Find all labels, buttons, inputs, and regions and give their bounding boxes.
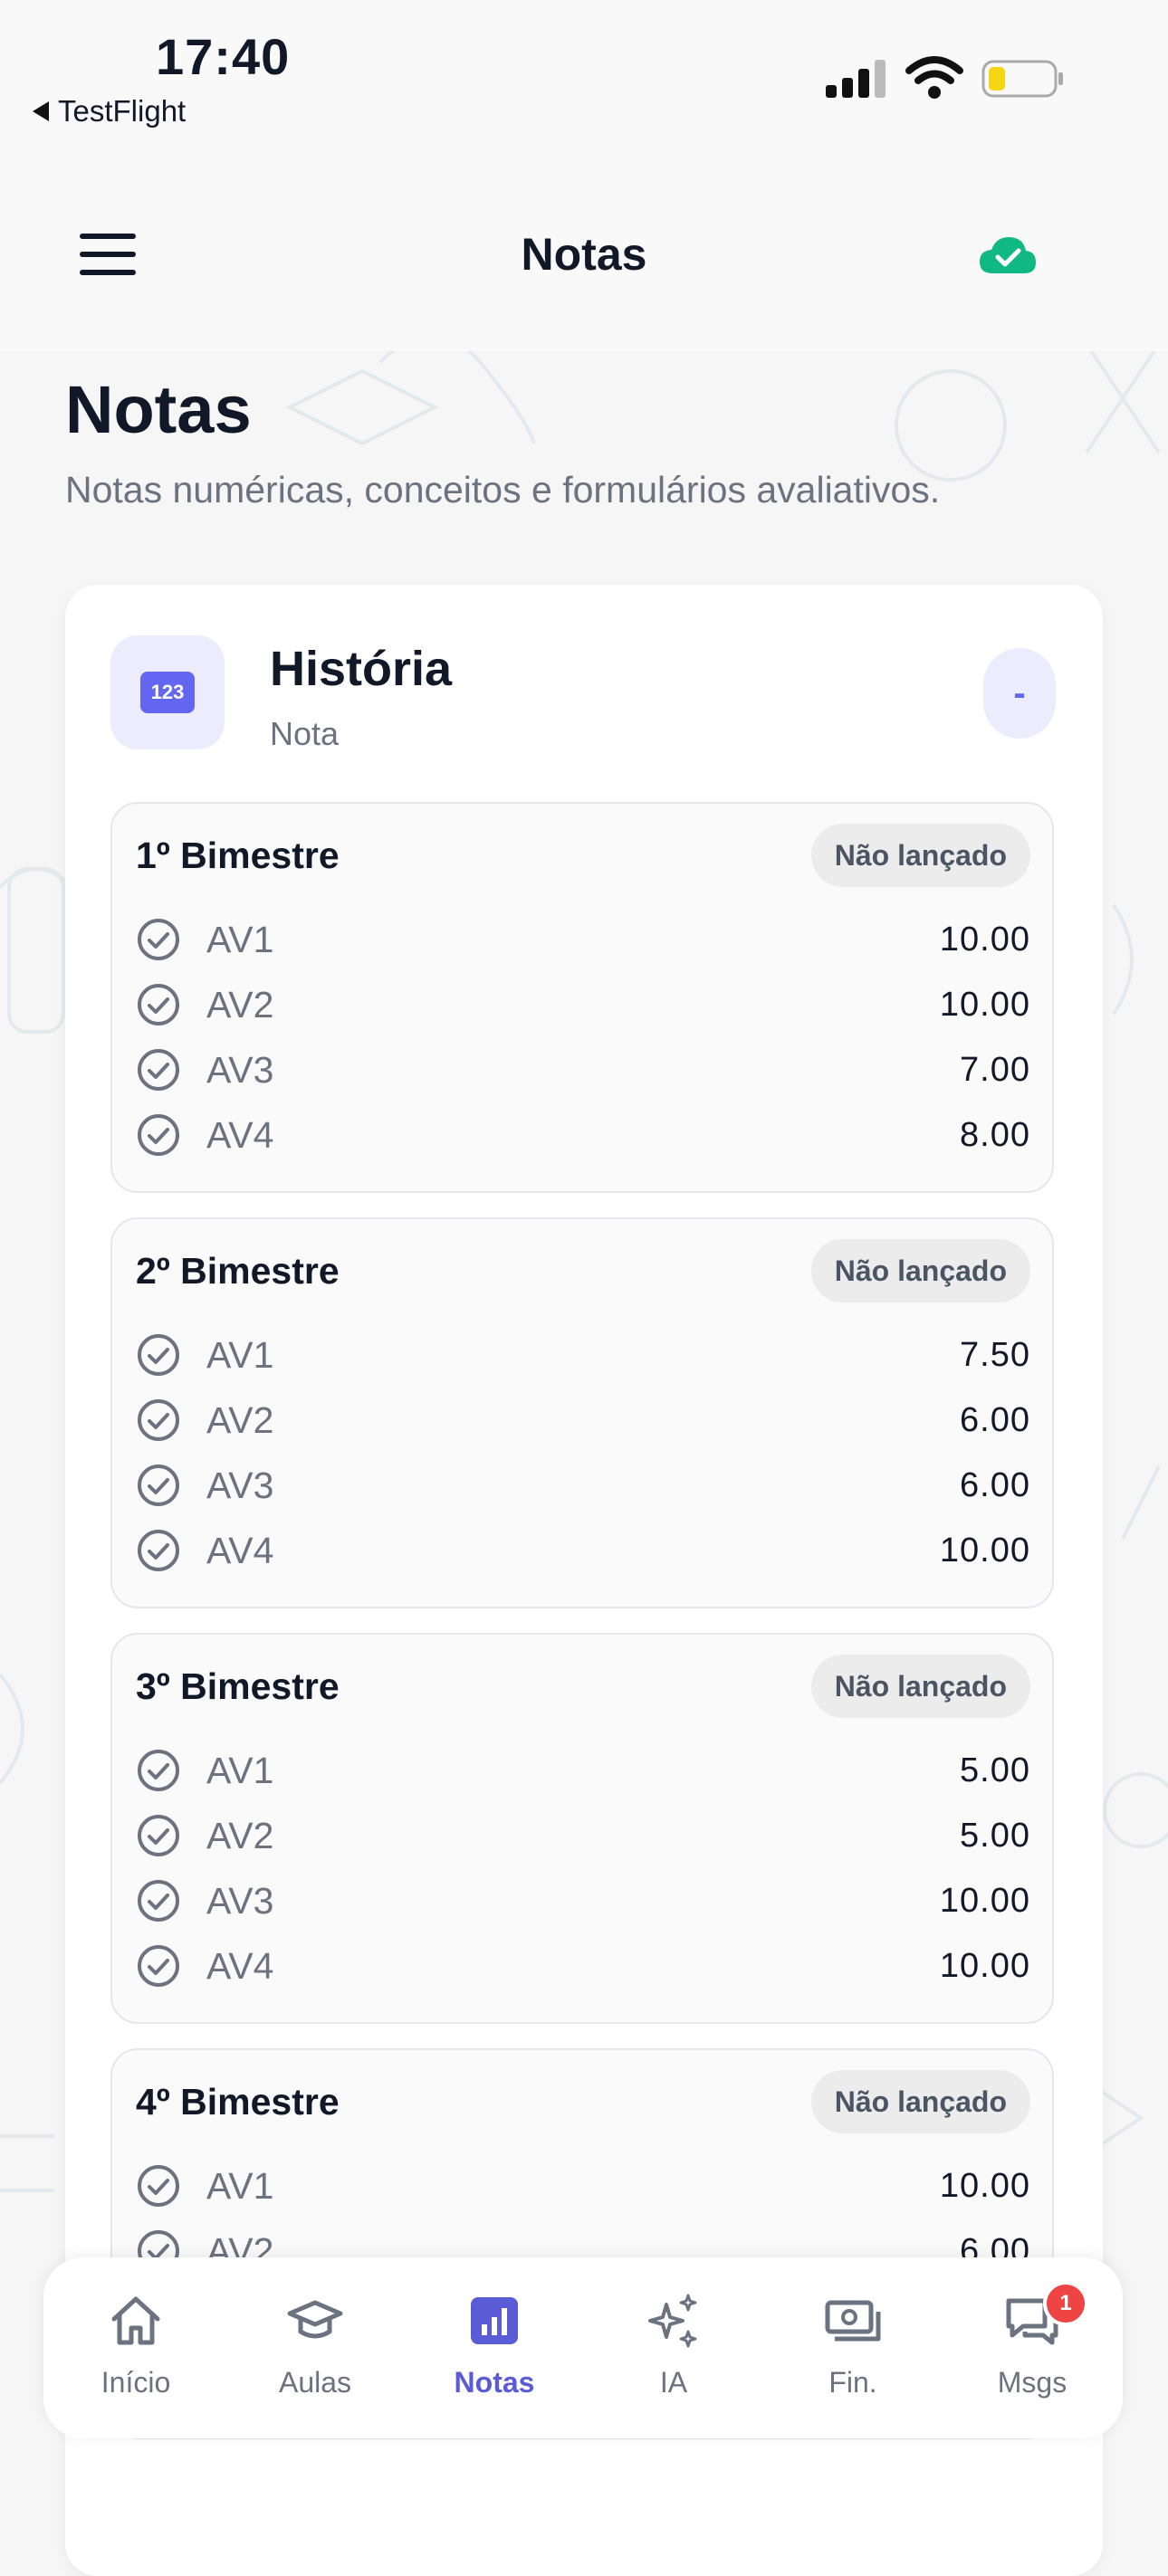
grade-value: 10.00 xyxy=(939,1881,1030,1920)
bottom-tab-bar: Início Aulas Notas IA Fin. 1 Msgs xyxy=(43,2257,1123,2438)
check-circle-icon xyxy=(138,1334,179,1376)
app-header: Notas xyxy=(0,154,1168,351)
grade-row: AV3 10.00 xyxy=(136,1875,1030,1926)
grade-row: AV4 10.00 xyxy=(136,1941,1030,1991)
status-badge: Não lançado xyxy=(810,1239,1030,1302)
page-title: Notas xyxy=(65,372,252,447)
grade-label: AV1 xyxy=(206,1749,274,1791)
grade-value: 8.00 xyxy=(960,1115,1030,1154)
tab-label: Aulas xyxy=(278,2366,352,2399)
check-circle-icon xyxy=(138,1530,179,1571)
grade-label: AV2 xyxy=(206,1814,274,1856)
check-circle-icon xyxy=(138,1750,179,1791)
grade-row: AV4 10.00 xyxy=(136,1525,1030,1576)
grade-value: 10.00 xyxy=(939,985,1030,1024)
grade-label: AV1 xyxy=(206,2164,274,2207)
grade-row: AV1 7.50 xyxy=(136,1330,1030,1380)
tab-label: Fin. xyxy=(828,2366,877,2399)
bimestre-title: 1º Bimestre xyxy=(136,835,340,876)
grade-value: 10.00 xyxy=(939,2166,1030,2205)
money-icon xyxy=(825,2300,881,2342)
grade-label: AV3 xyxy=(206,1879,274,1922)
grade-value: 5.00 xyxy=(960,1751,1030,1789)
grade-label: AV1 xyxy=(206,918,274,960)
tab-mensagens[interactable]: 1 Msgs xyxy=(960,2257,1105,2438)
grade-row: AV2 10.00 xyxy=(136,979,1030,1030)
tab-financeiro[interactable]: Fin. xyxy=(780,2257,925,2438)
grade-label: AV2 xyxy=(206,1398,274,1441)
grade-row: AV1 10.00 xyxy=(136,914,1030,965)
check-circle-icon xyxy=(138,919,179,960)
check-circle-icon xyxy=(138,984,179,1026)
grade-label: AV2 xyxy=(206,983,274,1026)
grade-row: AV1 5.00 xyxy=(136,1745,1030,1796)
subject-grade-badge: - xyxy=(983,648,1056,739)
status-time: 17:40 xyxy=(156,28,291,85)
grade-row: AV1 10.00 xyxy=(136,2161,1030,2211)
status-badge: Não lançado xyxy=(810,2070,1030,2133)
tab-inicio[interactable]: Início xyxy=(63,2257,208,2438)
numeric-grade-icon: 123 xyxy=(110,635,225,749)
status-badge: Não lançado xyxy=(810,824,1030,887)
tab-aulas[interactable]: Aulas xyxy=(243,2257,388,2438)
bimestre-title: 4º Bimestre xyxy=(136,2081,340,2123)
grade-row: AV2 5.00 xyxy=(136,1810,1030,1861)
grade-label: AV3 xyxy=(206,1464,274,1506)
tab-label: IA xyxy=(659,2366,688,2399)
grade-value: 10.00 xyxy=(939,920,1030,959)
grade-row: AV3 7.00 xyxy=(136,1045,1030,1095)
bimestre-panel: 1º Bimestre Não lançado AV1 10.00 AV2 10… xyxy=(110,802,1054,1193)
subject-name: História xyxy=(270,642,453,696)
subject-type: Nota xyxy=(270,715,340,752)
grade-value: 5.00 xyxy=(960,1816,1030,1855)
status-bar: 17:40 TestFlight xyxy=(0,0,1168,154)
grade-label: AV1 xyxy=(206,1333,274,1376)
back-to-app-link[interactable]: TestFlight xyxy=(33,94,186,129)
grade-label: AV4 xyxy=(206,1113,274,1156)
numeric-grade-icon-label: 123 xyxy=(140,672,195,713)
check-circle-icon xyxy=(138,1114,179,1156)
bimestre-title: 2º Bimestre xyxy=(136,1250,340,1292)
graduation-cap-icon xyxy=(287,2300,343,2339)
page-subtitle: Notas numéricas, conceitos e formulários… xyxy=(65,469,941,510)
grade-value: 10.00 xyxy=(939,1946,1030,1985)
grade-value: 6.00 xyxy=(960,1400,1030,1439)
grade-value: 6.00 xyxy=(960,1465,1030,1504)
check-circle-icon xyxy=(138,2165,179,2207)
bimestre-title: 3º Bimestre xyxy=(136,1665,340,1707)
grade-value: 7.50 xyxy=(960,1335,1030,1374)
check-circle-icon xyxy=(138,1049,179,1091)
check-circle-icon xyxy=(138,1945,179,1987)
grade-row: AV3 6.00 xyxy=(136,1460,1030,1511)
tab-label: Notas xyxy=(454,2366,535,2399)
cloud-check-icon[interactable] xyxy=(978,234,1038,277)
grade-label: AV4 xyxy=(206,1529,274,1571)
tab-label: Início xyxy=(101,2366,171,2399)
status-badge: Não lançado xyxy=(810,1655,1030,1718)
grade-label: AV4 xyxy=(206,1944,274,1987)
grade-row: AV4 8.00 xyxy=(136,1110,1030,1160)
check-circle-icon xyxy=(138,1465,179,1506)
signal-icon xyxy=(826,60,886,98)
grade-row: AV2 6.00 xyxy=(136,1395,1030,1445)
tab-label: Msgs xyxy=(997,2366,1067,2399)
battery-icon xyxy=(981,60,1063,98)
check-circle-icon xyxy=(138,1399,179,1441)
tab-notas[interactable]: Notas xyxy=(422,2257,567,2438)
bimestre-panel: 3º Bimestre Não lançado AV1 5.00 AV2 5.0… xyxy=(110,1633,1054,2024)
bimestre-panel: 2º Bimestre Não lançado AV1 7.50 AV2 6.0… xyxy=(110,1217,1054,1608)
grade-value: 10.00 xyxy=(939,1531,1030,1569)
chart-bar-icon xyxy=(471,2297,518,2344)
back-arrow-icon xyxy=(33,101,49,121)
wifi-icon xyxy=(905,56,963,99)
tab-ia[interactable]: IA xyxy=(601,2257,746,2438)
home-icon xyxy=(111,2296,160,2345)
notification-badge: 1 xyxy=(1043,2281,1088,2326)
sparkles-icon xyxy=(648,2294,697,2348)
grade-label: AV3 xyxy=(206,1048,274,1091)
back-app-label: TestFlight xyxy=(58,94,187,128)
grade-value: 7.00 xyxy=(960,1050,1030,1089)
check-circle-icon xyxy=(138,1880,179,1922)
check-circle-icon xyxy=(138,1815,179,1856)
